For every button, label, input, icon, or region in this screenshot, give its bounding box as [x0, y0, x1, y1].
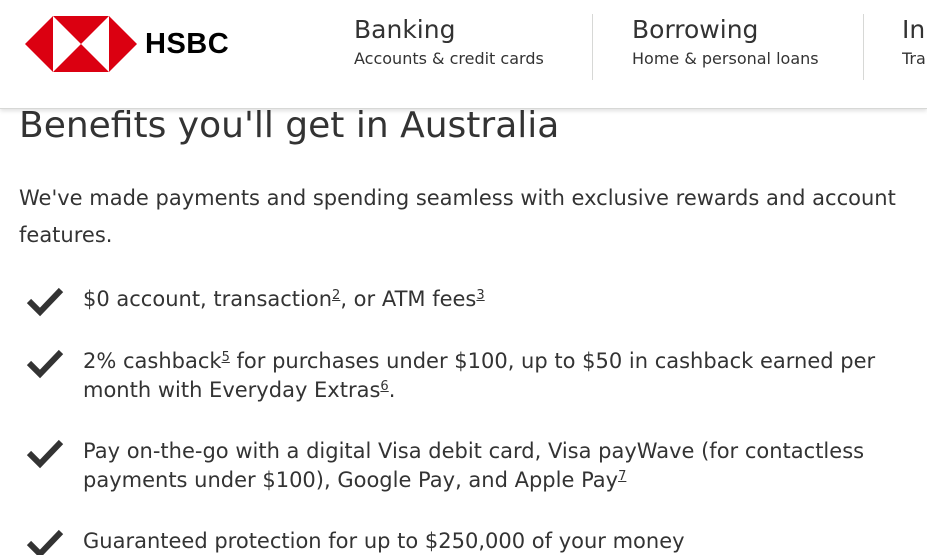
benefit-text: Pay on-the-go with a digital Visa debit … — [83, 437, 927, 495]
hsbc-logo[interactable]: HSBC — [25, 16, 229, 72]
nav-item-borrowing[interactable]: Borrowing Home & personal loans — [632, 14, 819, 80]
benefit-text-part: payments under $100), Google Pay, and Ap… — [83, 468, 619, 492]
site-header: HSBC Banking Accounts & credit cards Bor… — [0, 0, 927, 109]
benefit-text-part: month with Everyday Extras — [83, 378, 381, 402]
benefit-text-part: for purchases under $100, up to $50 in c… — [229, 349, 876, 373]
benefit-text: Guaranteed protection for up to $250,000… — [83, 527, 927, 556]
footnote-link[interactable]: 6 — [380, 379, 388, 394]
hsbc-hexagon-logo-icon — [25, 16, 137, 72]
benefit-text-part: 2% cashback — [83, 349, 222, 373]
benefit-text: $0 account, transaction2, or ATM fees3 — [83, 285, 927, 314]
nav-divider — [592, 14, 593, 80]
nav-banking-subtitle: Accounts & credit cards — [354, 49, 544, 68]
benefit-text-part: Pay on-the-go with a digital Visa debit … — [83, 439, 865, 463]
nav-divider — [863, 14, 864, 80]
intro-paragraph: We've made payments and spending seamles… — [19, 186, 896, 247]
benefit-text-part: , or ATM fees — [340, 287, 477, 311]
page-heading: Benefits you'll get in Australia — [19, 105, 560, 146]
checkmark-icon — [26, 529, 64, 555]
nav-item-truncated[interactable]: In Tra — [902, 14, 927, 80]
benefit-text-part: . — [388, 378, 396, 402]
footnote-link[interactable]: 7 — [618, 469, 626, 484]
footnote-link[interactable]: 3 — [476, 288, 484, 303]
nav-truncated-title: In — [902, 15, 926, 44]
benefit-text: 2% cashback5 for purchases under $100, u… — [83, 347, 927, 405]
nav-borrowing-title: Borrowing — [632, 15, 759, 44]
checkmark-icon — [26, 439, 64, 469]
checkmark-icon — [26, 287, 64, 317]
logo-wordmark: HSBC — [145, 27, 230, 60]
nav-truncated-subtitle: Tra — [902, 49, 926, 68]
benefit-text-part: Guaranteed protection for up to $250,000… — [83, 529, 685, 553]
nav-borrowing-subtitle: Home & personal loans — [632, 49, 819, 68]
checkmark-icon — [26, 349, 64, 379]
footnote-link[interactable]: 5 — [222, 350, 230, 365]
nav-banking-title: Banking — [354, 15, 456, 44]
nav-item-banking[interactable]: Banking Accounts & credit cards — [354, 14, 544, 80]
benefit-text-part: $0 account, transaction — [83, 287, 333, 311]
